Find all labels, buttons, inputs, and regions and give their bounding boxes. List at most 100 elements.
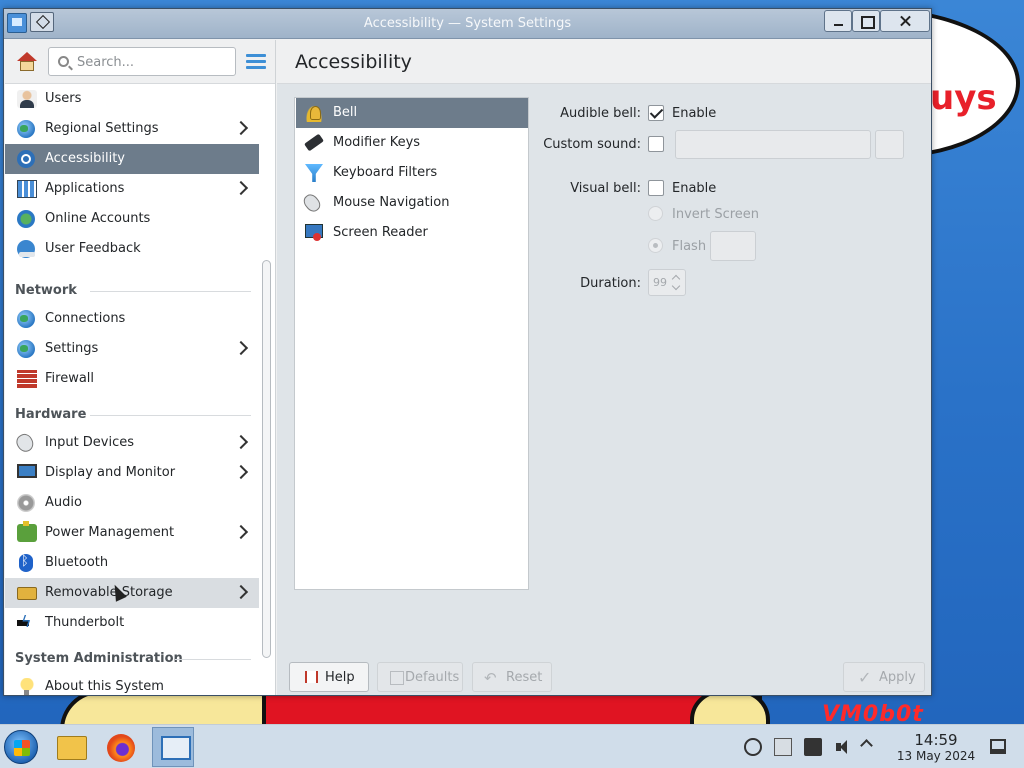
- help-icon: [305, 671, 318, 683]
- sidebar-item-label: User Feedback: [45, 241, 141, 256]
- sidebar-item-applications[interactable]: Applications: [5, 174, 259, 204]
- flash-radio: [648, 238, 663, 253]
- wallpaper-watermark: VM0b0t: [822, 702, 924, 724]
- tray-expand-icon[interactable]: [860, 739, 873, 752]
- sidebar-item-label: Firewall: [45, 371, 95, 386]
- category-modifier-keys[interactable]: Modifier Keys: [296, 128, 528, 158]
- online-accounts-icon: [17, 210, 35, 228]
- audio-icon: [17, 494, 35, 512]
- minimize-button[interactable]: [824, 10, 852, 32]
- visual-bell-enable-label[interactable]: Enable: [672, 181, 716, 196]
- help-button-label: Help: [325, 670, 355, 685]
- sidebar-item-firewall[interactable]: Firewall: [5, 364, 259, 394]
- apply-button-label: Apply: [879, 670, 916, 685]
- sidebar-item-about-this-system[interactable]: About this System: [5, 672, 259, 695]
- sidebar-item-label: Connections: [45, 311, 126, 326]
- display-icon: [17, 464, 37, 478]
- chevron-right-icon: [233, 120, 249, 136]
- category-keyboard-filters[interactable]: Keyboard Filters: [296, 158, 528, 188]
- search-icon: [58, 56, 69, 67]
- main-panel: Accessibility Bell Modifier Keys Keyboar…: [277, 40, 931, 695]
- users-icon: [17, 90, 37, 108]
- window-title: Accessibility — System Settings: [363, 16, 572, 31]
- category-mouse-navigation[interactable]: Mouse Navigation: [296, 188, 528, 218]
- sidebar-item-label: Regional Settings: [45, 121, 159, 136]
- sidebar-item-label: Bluetooth: [45, 555, 109, 570]
- sidebar-item-accessibility[interactable]: Accessibility: [5, 144, 259, 174]
- section-header-system-administration: System Administration: [15, 651, 183, 666]
- sidebar-item-removable-storage[interactable]: Removable Storage: [5, 578, 259, 608]
- sidebar-item-display-and-monitor[interactable]: Display and Monitor: [5, 458, 259, 488]
- sidebar-scrollbar[interactable]: [262, 260, 271, 658]
- sidebar-item-thunderbolt[interactable]: Thunderbolt: [5, 608, 259, 638]
- disk-icon[interactable]: [804, 738, 822, 756]
- keyboard-icon: [304, 133, 324, 152]
- clipboard-icon[interactable]: [774, 738, 792, 756]
- flash-label: Flash: [672, 239, 707, 254]
- duration-spinbox: 99: [648, 269, 686, 296]
- audible-bell-enable-label[interactable]: Enable: [672, 106, 716, 121]
- clock-date[interactable]: 13 May 2024: [886, 749, 986, 763]
- sidebar-item-regional-settings[interactable]: Regional Settings: [5, 114, 259, 144]
- show-desktop-icon[interactable]: [990, 739, 1006, 754]
- section-header-network: Network: [15, 283, 77, 298]
- search-field[interactable]: [48, 47, 236, 76]
- reset-button-label: Reset: [506, 670, 543, 685]
- globe-icon: [17, 120, 35, 138]
- info-icon: [17, 678, 37, 695]
- user-feedback-icon: [17, 240, 35, 258]
- maximize-button[interactable]: [852, 10, 880, 32]
- clock-time[interactable]: 14:59: [896, 731, 976, 749]
- sidebar-item-label: Thunderbolt: [45, 615, 125, 630]
- sidebar-item-users[interactable]: Users: [5, 84, 259, 114]
- window-titlebar[interactable]: Accessibility — System Settings: [4, 9, 931, 39]
- apply-button[interactable]: ✓ Apply: [843, 662, 925, 692]
- sidebar-item-online-accounts[interactable]: Online Accounts: [5, 204, 259, 234]
- page-header: Accessibility: [277, 40, 931, 84]
- flash-color-button: [710, 231, 756, 261]
- category-bell[interactable]: Bell: [296, 98, 528, 128]
- search-input[interactable]: [77, 52, 227, 72]
- storage-icon: [17, 587, 37, 600]
- reset-button[interactable]: ↶ Reset: [472, 662, 552, 692]
- sidebar-item-network-settings[interactable]: Settings: [5, 334, 259, 364]
- accessibility-icon: [17, 150, 35, 168]
- section-divider: [90, 415, 251, 416]
- category-screen-reader[interactable]: Screen Reader: [296, 218, 528, 248]
- browse-sound-button: [875, 130, 904, 159]
- close-button[interactable]: [880, 10, 930, 32]
- help-button[interactable]: Help: [289, 662, 369, 692]
- sidebar-item-audio[interactable]: Audio: [5, 488, 259, 518]
- sidebar-item-power-management[interactable]: Power Management: [5, 518, 259, 548]
- sidebar-item-connections[interactable]: Connections: [5, 304, 259, 334]
- defaults-button[interactable]: Defaults: [377, 662, 463, 692]
- filter-icon: [305, 164, 323, 182]
- file-manager-icon[interactable]: [50, 727, 92, 767]
- sidebar-list: Users Regional Settings Accessibility Ap…: [5, 84, 259, 695]
- network-settings-icon: [17, 340, 35, 358]
- hamburger-menu-icon[interactable]: [246, 54, 266, 70]
- audible-bell-checkbox[interactable]: [648, 105, 664, 121]
- section-header-hardware: Hardware: [15, 407, 87, 422]
- sidebar-item-user-feedback[interactable]: User Feedback: [5, 234, 259, 264]
- sidebar-item-label: Display and Monitor: [45, 465, 176, 480]
- sidebar-item-input-devices[interactable]: Input Devices: [5, 428, 259, 458]
- firefox-icon[interactable]: [100, 727, 142, 767]
- audible-bell-label: Audible bell:: [560, 106, 641, 121]
- home-icon[interactable]: [16, 52, 38, 72]
- sidebar: Users Regional Settings Accessibility Ap…: [5, 40, 276, 695]
- start-menu-button[interactable]: [4, 730, 38, 764]
- system-settings-task-icon[interactable]: [152, 727, 194, 767]
- connections-icon: [17, 310, 35, 328]
- volume-muted-icon[interactable]: [834, 738, 852, 756]
- notifications-icon[interactable]: [744, 738, 762, 756]
- apply-check-icon: ✓: [858, 668, 872, 687]
- chevron-right-icon: [233, 584, 249, 600]
- sidebar-item-bluetooth[interactable]: Bluetooth: [5, 548, 259, 578]
- visual-bell-checkbox[interactable]: [648, 180, 664, 196]
- custom-sound-checkbox[interactable]: [648, 136, 664, 152]
- reset-icon: ↶: [484, 669, 497, 687]
- sidebar-item-label: About this System: [45, 679, 164, 694]
- bluetooth-icon: [19, 554, 33, 572]
- invert-screen-radio: [648, 206, 663, 221]
